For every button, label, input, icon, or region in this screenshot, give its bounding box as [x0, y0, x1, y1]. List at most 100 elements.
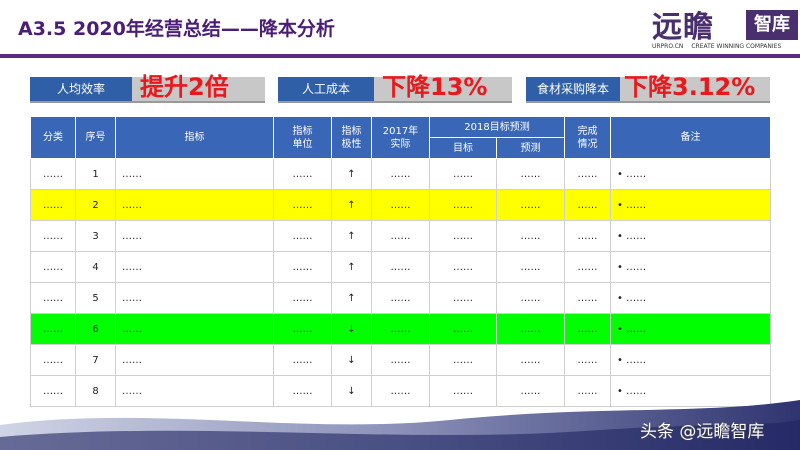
cell-seq: 6: [75, 313, 116, 345]
kpi-box-efficiency: 人均效率 提升2倍: [30, 73, 265, 103]
cell-actual: ……: [371, 282, 430, 314]
cell-remark: • ……: [610, 220, 772, 252]
cell-status: ……: [564, 282, 612, 314]
cell-category: ……: [30, 251, 76, 283]
cell-target: ……: [429, 282, 497, 314]
header-polarity: 指标 极性: [331, 116, 372, 159]
table-row: …… 3………… ↑…………………… • ……: [30, 220, 772, 252]
cell-seq: 7: [75, 344, 116, 376]
cell-seq: 3: [75, 220, 116, 252]
kpi-value: 提升2倍: [140, 73, 229, 101]
table-row: …… 7………… ↓…………………… • ……: [30, 344, 772, 376]
cell-category: ……: [30, 282, 76, 314]
cell-actual: ……: [371, 251, 430, 283]
kpi-value: 下降13%: [382, 73, 488, 101]
cell-actual: ……: [371, 220, 430, 252]
logo-slogan: CREATE WINNING COMPANIES: [691, 43, 782, 50]
table-row: …… 5………… ↑…………………… • ……: [30, 282, 772, 314]
cell-forecast: ……: [495, 344, 566, 376]
cell-indicator: ……: [115, 251, 274, 283]
cell-indicator: ……: [115, 313, 274, 345]
kpi-box-labor-cost: 人工成本 下降13%: [278, 73, 512, 103]
cell-status: ……: [564, 251, 612, 283]
kpi-box-food-cost: 食材采购降本 下降3.12%: [526, 73, 770, 103]
cell-indicator: ……: [115, 220, 274, 252]
cell-forecast: ……: [495, 158, 566, 190]
cell-status: ……: [564, 344, 612, 376]
table-body: …… 1………… ↑…………………… • ………… 2………… ↑…………………… • ………: [30, 158, 772, 407]
cell-unit: ……: [273, 313, 332, 345]
cell-unit: ……: [273, 189, 332, 221]
logo-site: URPRO.CN: [652, 43, 684, 50]
table-row: …… 1………… ↑…………………… • ……: [30, 158, 772, 190]
kpi-value: 下降3.12%: [624, 73, 756, 101]
watermark: 头条 @远瞻智库: [640, 422, 765, 442]
cell-status: ……: [564, 220, 612, 252]
header-actual-2017: 2017年 实际: [371, 116, 430, 159]
summary-table-wrapper: 分类 序号 指标 指标 单位 指标 极性 2017年 实际 2018目标预测 完…: [30, 116, 772, 407]
brand-logo: 远瞻 智库 URPRO.CN CREATE WINNING COMPANIES: [652, 2, 798, 54]
cell-category: ……: [30, 313, 76, 345]
cell-target: ……: [429, 220, 497, 252]
header-unit: 指标 单位: [273, 116, 332, 159]
cell-target: ……: [429, 344, 497, 376]
header-indicator: 指标: [115, 116, 274, 159]
table-row: …… 4………… ↑…………………… • ……: [30, 251, 772, 283]
header-forecast-2018: 2018目标预测: [428, 116, 566, 138]
cell-remark: • ……: [610, 251, 772, 283]
cell-unit: ……: [273, 220, 332, 252]
header-status: 完成 情况: [564, 116, 612, 159]
logo-main-text: 远瞻: [652, 10, 714, 45]
cell-actual: ……: [371, 158, 430, 190]
logo-subtitle: URPRO.CN CREATE WINNING COMPANIES: [652, 43, 787, 50]
cell-target: ……: [429, 189, 497, 221]
summary-table: 分类 序号 指标 指标 单位 指标 极性 2017年 实际 2018目标预测 完…: [30, 116, 772, 407]
cell-forecast: ……: [495, 251, 566, 283]
cell-indicator: ……: [115, 344, 274, 376]
header-bar: A3.5 2020年经营总结——降本分析: [0, 0, 650, 56]
cell-status: ……: [564, 189, 612, 221]
cell-indicator: ……: [115, 158, 274, 190]
cell-unit: ……: [273, 282, 332, 314]
cell-polarity: ↑: [331, 282, 372, 314]
cell-polarity: ↑: [331, 158, 372, 190]
header-remark: 备注: [610, 116, 772, 159]
cell-status: ……: [564, 158, 612, 190]
cell-target: ……: [429, 313, 497, 345]
kpi-label: 人均效率: [30, 77, 132, 101]
cell-target: ……: [429, 251, 497, 283]
cell-polarity: ↓: [331, 344, 372, 376]
cell-actual: ……: [371, 344, 430, 376]
header-seq: 序号: [75, 116, 116, 159]
header-target: 目标: [429, 137, 497, 159]
header-divider: [0, 54, 800, 58]
header-category: 分类: [30, 116, 76, 159]
cell-seq: 2: [75, 189, 116, 221]
cell-target: ……: [429, 158, 497, 190]
page-title: A3.5 2020年经营总结——降本分析: [18, 18, 335, 40]
kpi-label: 人工成本: [278, 77, 374, 101]
cell-remark: • ……: [610, 282, 772, 314]
cell-forecast: ……: [495, 220, 566, 252]
cell-polarity: ↑: [331, 189, 372, 221]
logo-side-text: 智库: [746, 10, 798, 40]
cell-remark: • ……: [610, 158, 772, 190]
cell-seq: 1: [75, 158, 116, 190]
cell-unit: ……: [273, 158, 332, 190]
cell-unit: ……: [273, 251, 332, 283]
kpi-label: 食材采购降本: [526, 77, 620, 101]
cell-indicator: ……: [115, 189, 274, 221]
cell-indicator: ……: [115, 282, 274, 314]
cell-polarity: ↑: [331, 251, 372, 283]
cell-unit: ……: [273, 344, 332, 376]
cell-forecast: ……: [495, 282, 566, 314]
cell-category: ……: [30, 158, 76, 190]
cell-forecast: ……: [495, 189, 566, 221]
cell-status: ……: [564, 313, 612, 345]
cell-forecast: ……: [495, 313, 566, 345]
header-forecast: 预测: [495, 137, 566, 159]
table-row: …… 2………… ↑…………………… • ……: [30, 189, 772, 221]
cell-polarity: ↑: [331, 220, 372, 252]
cell-remark: • ……: [610, 189, 772, 221]
cell-category: ……: [30, 344, 76, 376]
